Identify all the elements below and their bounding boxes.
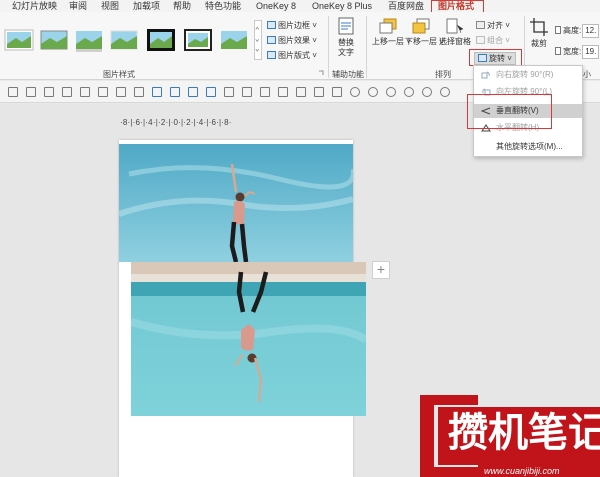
- add-button[interactable]: +: [372, 261, 390, 279]
- tab-baidu-netdisk[interactable]: 百度网盘: [388, 0, 424, 12]
- group-icon: [476, 36, 485, 44]
- width-input[interactable]: 19.: [582, 45, 600, 59]
- tool-icon[interactable]: [386, 87, 396, 97]
- alt-text-icon: [338, 17, 354, 35]
- picture-border-icon: [267, 21, 276, 29]
- alt-text-button[interactable]: 替换 文字: [335, 16, 357, 58]
- tool-icon[interactable]: [80, 87, 90, 97]
- tab-onekey8[interactable]: OneKey 8: [256, 0, 296, 12]
- picture-style-thumb-4[interactable]: [109, 26, 139, 54]
- tool-icon[interactable]: [404, 87, 414, 97]
- picture-effects-icon: [267, 36, 276, 44]
- tool-icon[interactable]: [44, 87, 54, 97]
- photo-flipped[interactable]: [131, 262, 366, 416]
- picture-effects-button[interactable]: 图片效果 ˅: [267, 35, 317, 47]
- send-backward-icon: [412, 18, 430, 34]
- picture-style-thumb-2[interactable]: [39, 26, 69, 54]
- rotate-right-icon: [481, 71, 490, 79]
- tool-icon[interactable]: [8, 87, 18, 97]
- group-button[interactable]: 组合 ˅: [476, 35, 510, 47]
- watermark-logo: 攒机笔记 www.cuanjibiji.com: [420, 395, 600, 477]
- align-icon: [476, 21, 485, 29]
- tool-icon[interactable]: [368, 87, 378, 97]
- bring-forward-button[interactable]: 上移一层 ˅: [372, 17, 411, 47]
- tab-onekey8plus[interactable]: OneKey 8 Plus: [312, 0, 372, 12]
- selection-pane-button[interactable]: 选择窗格: [439, 17, 471, 47]
- width-field[interactable]: 宽度: 19.: [555, 45, 600, 59]
- width-icon: [555, 47, 561, 55]
- tool-icon[interactable]: [134, 87, 144, 97]
- crop-icon: [530, 18, 548, 36]
- tool-icon[interactable]: [116, 87, 126, 97]
- tab-review[interactable]: 审阅: [69, 0, 87, 12]
- height-input[interactable]: 12.: [582, 24, 600, 38]
- tool-icon[interactable]: [296, 87, 306, 97]
- group-label-accessibility: 辅助功能: [332, 70, 364, 79]
- menu-item-rotate-right-90[interactable]: 向右旋转 90°(R): [474, 68, 582, 82]
- picture-style-thumb-5[interactable]: [146, 26, 176, 54]
- tool-icon[interactable]: [314, 87, 324, 97]
- height-field[interactable]: 高度: 12.: [555, 24, 600, 38]
- styles-scroll[interactable]: [254, 20, 262, 60]
- selection-pane-icon: [446, 18, 464, 34]
- flipped-dancer-photo-image: [131, 262, 366, 416]
- watermark-url: www.cuanjibiji.com: [484, 466, 560, 476]
- picture-style-thumb-3[interactable]: [74, 26, 104, 54]
- tab-view[interactable]: 视图: [101, 0, 119, 12]
- height-icon: [555, 26, 561, 34]
- highlight-box-rotate: [469, 49, 522, 66]
- tool-icon[interactable]: [440, 87, 450, 97]
- tool-icon[interactable]: [62, 87, 72, 97]
- group-label-picture-styles: 图片样式: [103, 70, 135, 79]
- crop-button[interactable]: 裁剪: [528, 17, 550, 49]
- picture-style-thumb-1[interactable]: [4, 26, 34, 54]
- picture-style-thumb-7[interactable]: [219, 26, 249, 54]
- picture-border-button[interactable]: 图片边框 ˅: [267, 20, 317, 32]
- dancer-photo-image: [119, 144, 353, 262]
- tool-icon[interactable]: [206, 87, 216, 97]
- picture-layout-button[interactable]: 图片版式 ˅: [267, 50, 317, 62]
- dialog-launcher-icon[interactable]: [318, 70, 324, 76]
- separator: [366, 16, 367, 78]
- group-label-size: 小: [583, 70, 591, 79]
- highlight-box-flip-vertical: [467, 94, 552, 129]
- tool-icon[interactable]: [224, 87, 234, 97]
- menu-item-more-rotation-options[interactable]: 其他旋转选项(M)...: [474, 140, 582, 154]
- tool-icon[interactable]: [26, 87, 36, 97]
- picture-style-thumb-6[interactable]: [183, 26, 213, 54]
- tab-addins[interactable]: 加载项: [133, 0, 160, 12]
- tab-slideshow[interactable]: 幻灯片放映: [12, 0, 57, 12]
- tool-icon[interactable]: [422, 87, 432, 97]
- tab-help[interactable]: 帮助: [173, 0, 191, 12]
- group-label-arrange: 排列: [435, 70, 451, 79]
- chevron-down-icon: [255, 26, 259, 52]
- picture-layout-icon: [267, 51, 276, 59]
- photo-original[interactable]: [119, 144, 353, 262]
- horizontal-ruler: ·8·|·6·|·4·|·2·|·0·|·2·|·4·|·6·|·8·: [120, 118, 232, 127]
- watermark-title: 攒机笔记: [448, 410, 600, 456]
- tool-icon[interactable]: [98, 87, 108, 97]
- tool-icon[interactable]: [350, 87, 360, 97]
- separator: [328, 16, 329, 78]
- tool-icon[interactable]: [260, 87, 270, 97]
- send-backward-button[interactable]: 下移一层 ˅: [405, 17, 444, 47]
- tool-icon[interactable]: [170, 87, 180, 97]
- tool-icon[interactable]: [188, 87, 198, 97]
- tool-icon[interactable]: [152, 87, 162, 97]
- tool-icon[interactable]: [332, 87, 342, 97]
- ribbon-tabs: 幻灯片放映 审阅 视图 加载项 帮助 特色功能 OneKey 8 OneKey …: [0, 0, 600, 12]
- tab-special[interactable]: 特色功能: [205, 0, 241, 12]
- bring-forward-icon: [379, 18, 397, 34]
- tool-icon[interactable]: [278, 87, 288, 97]
- align-button[interactable]: 对齐 ˅: [476, 20, 510, 32]
- tool-icon[interactable]: [242, 87, 252, 97]
